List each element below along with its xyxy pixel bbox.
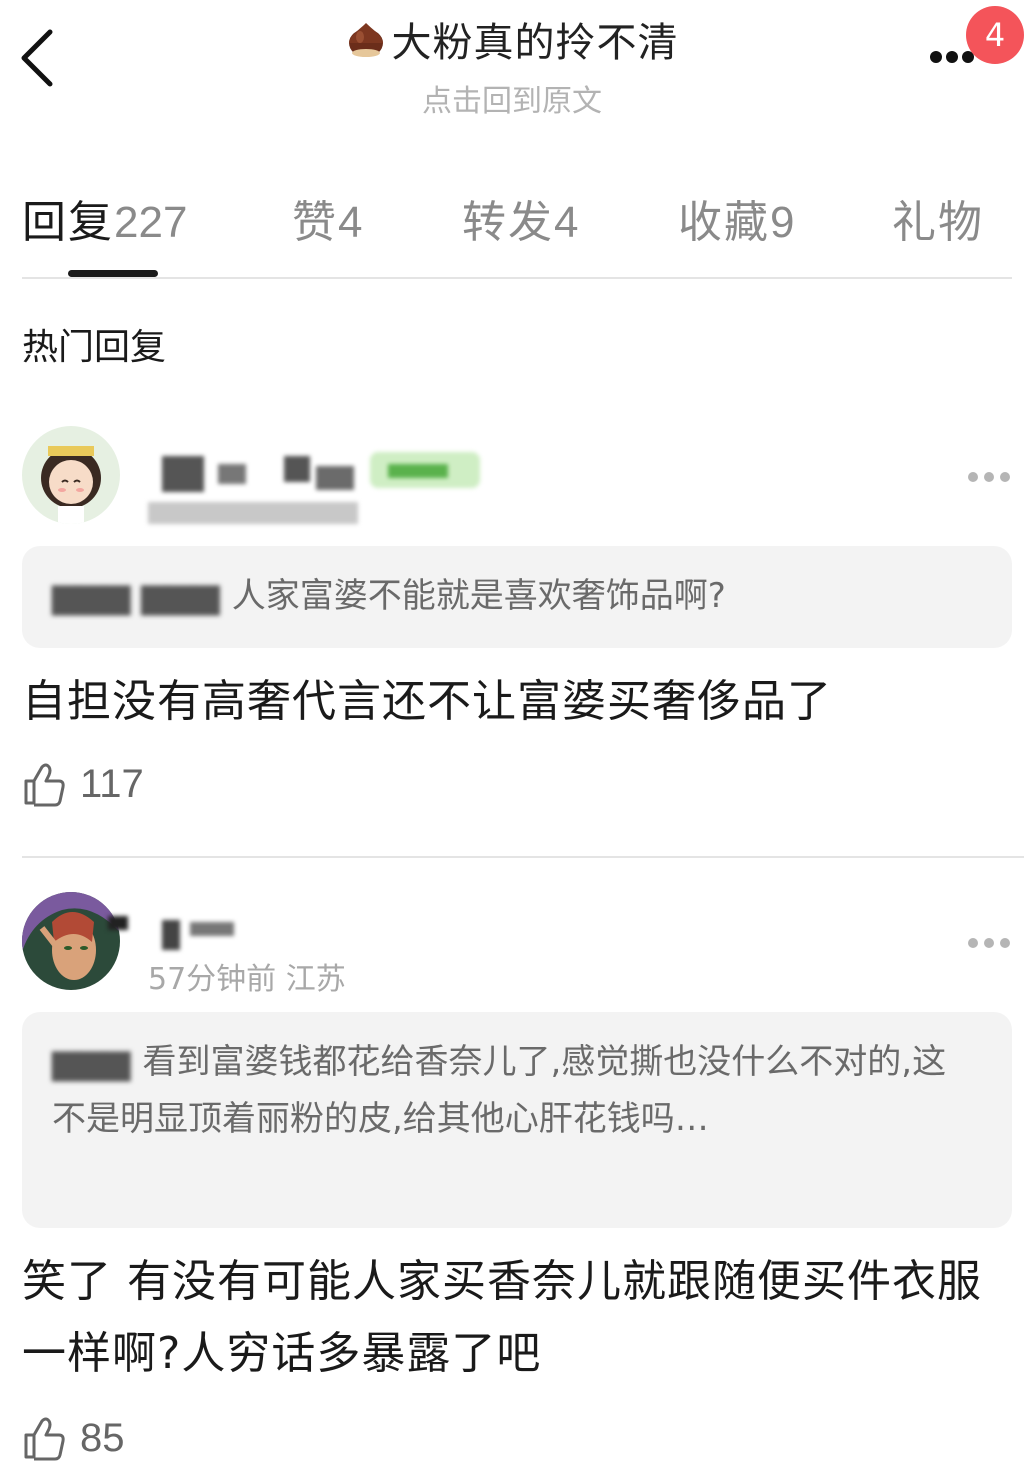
comment-more-button[interactable] [966,470,1012,484]
avatar-cartoon-girl-icon [22,426,120,524]
thumbs-up-icon [24,763,65,807]
more-options-button[interactable] [928,48,974,64]
comment-text: 自担没有高奢代言还不让富婆买奢侈品了 [22,676,832,727]
chestnut-emoji-icon [348,23,383,57]
quoted-username-redacted: ▆▆▆ [52,1042,131,1082]
tab-reposts[interactable]: 转发4 [462,186,578,250]
tabs-divider [22,277,1012,279]
tab-favorites[interactable]: 收藏9 [678,186,794,250]
notification-badge: 4 [966,6,1024,64]
comment-meta: 57分钟前 江苏 [148,962,346,997]
quoted-text: 人家富婆不能就是喜欢奢饰品啊? [231,576,726,616]
quoted-reply[interactable]: ▆▆▆ ▆▆▆ 人家富婆不能就是喜欢奢饰品啊? [22,546,1012,648]
tab-bar: 回复227 赞4 转发4 收藏9 礼物 [0,186,1024,248]
username-redacted [100,898,260,958]
comment-more-button[interactable] [966,936,1012,950]
quoted-username-redacted: ▆▆▆ ▆▆▆ [52,576,220,616]
username-redacted [148,430,488,540]
comment-text: 笑了 有没有可能人家买香奈儿就跟随便买件衣服一样啊?人穷话多暴露了吧 [22,1256,982,1379]
like-button[interactable]: 85 [22,1412,125,1464]
active-tab-indicator [68,270,158,277]
top-bar: 大粉真的拎不清 点击回到原文 4 [0,0,1024,120]
thumbs-up-icon [24,1417,65,1461]
quoted-reply[interactable]: ▆▆▆ 看到富婆钱都花给香奈儿了,感觉撕也没什么不对的,这不是明显顶着丽粉的皮,给… [22,1012,1012,1228]
tab-replies[interactable]: 回复227 [22,186,187,250]
avatar[interactable] [22,426,120,524]
section-title: 热门回复 [22,327,167,368]
like-button[interactable]: 117 [22,758,144,810]
comment-divider [22,856,1024,858]
title-block: 大粉真的拎不清 点击回到原文 [0,10,1024,120]
tab-likes[interactable]: 赞4 [292,186,362,250]
tab-gifts[interactable]: 礼物 [892,186,984,250]
quoted-text: 看到富婆钱都花给香奈儿了,感觉撕也没什么不对的,这不是明显顶着丽粉的皮,给其他心… [52,1042,947,1139]
post-title: 大粉真的拎不清 [391,20,679,66]
back-to-original-link[interactable]: 点击回到原文 [0,76,1024,120]
